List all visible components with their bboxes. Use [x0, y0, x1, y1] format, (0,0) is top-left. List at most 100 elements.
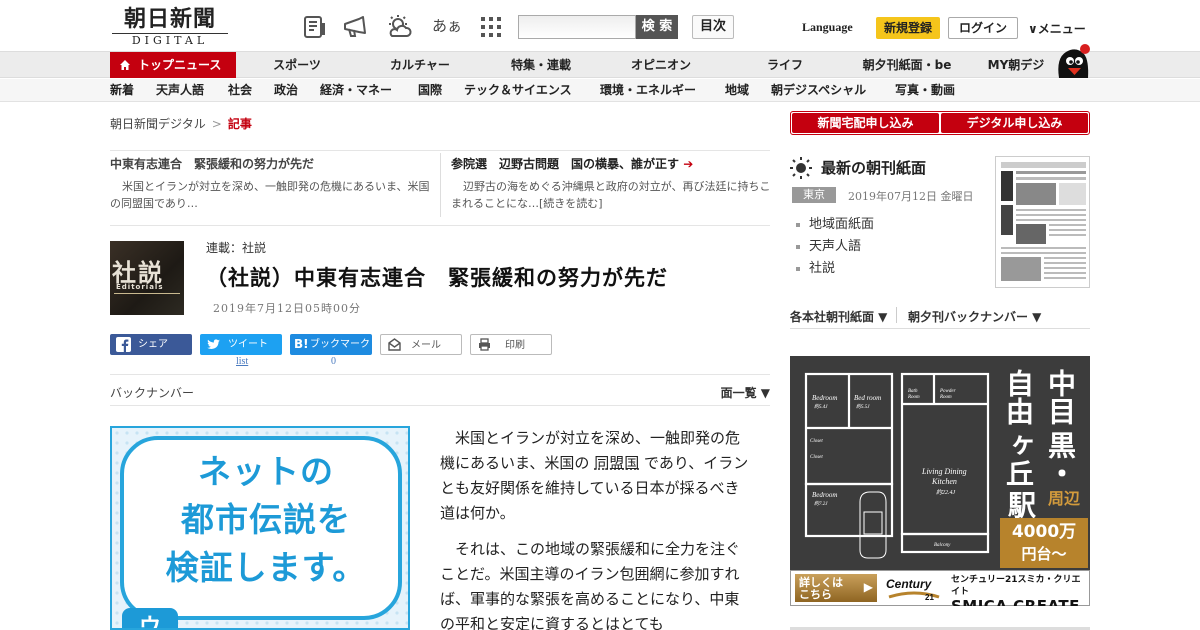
facebook-share-button[interactable]: シェア: [110, 334, 192, 355]
logo-digital: DIGITAL: [112, 33, 228, 47]
paper-location-badge: 東京: [792, 187, 836, 203]
print-label: 印刷: [505, 340, 525, 351]
twitter-count[interactable]: list: [236, 356, 248, 367]
divider: [440, 153, 441, 217]
ad-footer: 詳しくは こちら ▶ Century 21 センチュリー21スミカ・クリエイト …: [790, 570, 1090, 606]
mail-share-button[interactable]: メール: [380, 334, 462, 355]
series-label[interactable]: 連載：社説: [206, 239, 266, 256]
weather-icon[interactable]: [386, 14, 412, 40]
subscribe-digital-button[interactable]: デジタル申し込み: [941, 113, 1088, 133]
breadcrumb-separator: >: [211, 117, 222, 131]
related-article[interactable]: 参院選 辺野古問題 国の横暴、誰が正す ➔ 辺野古の海をめぐる沖縄県と政府の対立…: [451, 155, 771, 212]
nav2-region[interactable]: 地域: [725, 79, 749, 102]
svg-text:約7.2J: 約7.2J: [814, 500, 828, 507]
svg-text:Kitchen: Kitchen: [931, 477, 957, 486]
nav-top-news[interactable]: トップニュース: [110, 52, 236, 78]
newspaper-thumbnail[interactable]: [995, 156, 1090, 288]
newspaper-icon[interactable]: [302, 14, 328, 40]
nav-my-asahi[interactable]: MY朝デジ: [980, 52, 1052, 78]
ad-price-badge: 4000万 円台〜: [1000, 518, 1088, 568]
keyword-link[interactable]: 同盟国: [594, 454, 639, 472]
ad-line: 都市伝説を: [181, 500, 351, 539]
ad-detail-button[interactable]: 詳しくは こちら ▶: [795, 574, 877, 602]
search-input[interactable]: [518, 15, 636, 39]
bullet: [796, 222, 800, 227]
paper-link[interactable]: 社説: [796, 257, 835, 276]
megaphone-icon[interactable]: [342, 14, 368, 40]
backnumber-link[interactable]: バックナンバー: [110, 384, 194, 401]
divider: [896, 307, 897, 323]
nav-culture[interactable]: カルチャー: [378, 52, 462, 78]
print-button[interactable]: 印刷: [470, 334, 552, 355]
ad-company: センチュリー21スミカ・クリエイト SMICA CREATE: [951, 574, 1087, 606]
ad-real-estate[interactable]: Bedroom 約5.4J Bed room 約5.5J Bedroom 約7.…: [790, 356, 1090, 606]
nav2-international[interactable]: 国際: [418, 79, 442, 102]
room-label: Bedroom: [812, 394, 837, 402]
ad-urban-legend[interactable]: ネットの 都市伝説を 検証します。 ウ: [110, 426, 410, 630]
primary-nav: トップニュース スポーツ カルチャー 特集・連載 オピニオン ライフ 朝夕刊紙面…: [0, 52, 1200, 78]
nav2-special[interactable]: 朝デジスペシャル: [771, 79, 866, 102]
arrow-right-icon: ➔: [683, 157, 694, 171]
svg-text:Century: Century: [886, 577, 933, 591]
nav-features[interactable]: 特集・連載: [500, 52, 582, 78]
hatena-label: ブックマーク: [310, 339, 370, 350]
font-size-icon[interactable]: あぁ: [432, 15, 462, 36]
ad-area-suffix: 周辺: [1047, 489, 1080, 508]
nav2-photo[interactable]: 写真・動画: [895, 79, 955, 102]
nav-sports[interactable]: スポーツ: [262, 52, 332, 78]
svg-text:約5.5J: 約5.5J: [856, 403, 870, 410]
register-button[interactable]: 新規登録: [876, 17, 940, 39]
mail-label: メール: [411, 340, 441, 351]
nav2-tenseijingo[interactable]: 天声人語: [156, 79, 204, 102]
latest-paper-title: 最新の朝刊紙面: [821, 159, 927, 177]
svg-text:約5.4J: 約5.4J: [814, 403, 828, 410]
related-desc: 米国とイランが対立を深め、一触即発の危機にあるいま、米国の同盟国であり…: [110, 180, 430, 210]
floorplan-image: Bedroom 約5.4J Bed room 約5.5J Bedroom 約7.…: [794, 362, 996, 568]
search-button[interactable]: 検 索: [636, 15, 678, 39]
hatena-bookmark-button[interactable]: B! ブックマーク: [290, 334, 372, 355]
ad-corner-badge: ウ: [122, 608, 178, 628]
ad-headline: ネットの 都市伝説を 検証します。: [146, 448, 386, 592]
site-logo[interactable]: 朝日新聞 DIGITAL: [112, 6, 228, 47]
language-link[interactable]: Language: [802, 20, 853, 35]
ad-speech-bubble: ネットの 都市伝説を 検証します。: [120, 436, 402, 620]
secondary-nav: 新着 天声人語 社会 政治 経済・マネー 国際 テック＆サイエンス 環境・エネル…: [0, 79, 1200, 102]
nav-opinion[interactable]: オピニオン: [620, 52, 702, 78]
menu-button[interactable]: ∨メニュー: [1028, 20, 1086, 37]
svg-text:Balcony: Balcony: [934, 543, 951, 548]
backnumber-dropdown[interactable]: 朝夕刊バックナンバー ▼: [908, 308, 1041, 325]
nav2-tech[interactable]: テック＆サイエンス: [464, 79, 572, 102]
nav-paper[interactable]: 朝夕刊紙面・be: [852, 52, 962, 78]
nav-life[interactable]: ライフ: [755, 52, 815, 78]
twitter-label: ツイート: [228, 339, 268, 350]
ad-line: ネットの: [198, 452, 334, 491]
page-list-dropdown[interactable]: 面一覧 ▼: [721, 384, 770, 401]
nav2-new[interactable]: 新着: [110, 79, 134, 102]
svg-text:Bath: Bath: [908, 389, 918, 394]
svg-text:Living Dining: Living Dining: [921, 467, 967, 476]
regional-papers-dropdown[interactable]: 各本社朝刊紙面 ▼: [790, 308, 887, 325]
room-label: Bedroom: [812, 491, 837, 499]
related-article[interactable]: 中東有志連合 緊張緩和の努力が先だ 米国とイランが対立を深め、一触即発の危機にあ…: [110, 155, 430, 212]
svg-text:Room: Room: [939, 395, 952, 400]
home-icon: [120, 60, 130, 70]
toc-button[interactable]: 目次: [692, 15, 734, 39]
paper-link[interactable]: 地域面紙面: [796, 213, 874, 232]
article-paragraph: それは、この地域の緊張緩和に全力を注ぐことだ。米国主導のイラン包囲網に参加すれば…: [440, 537, 750, 630]
facebook-icon: [116, 337, 131, 352]
subscribe-paper-button[interactable]: 新聞宅配申し込み: [792, 113, 939, 133]
breadcrumb-home[interactable]: 朝日新聞デジタル: [110, 117, 206, 131]
related-title: 参院選 辺野古問題 国の横暴、誰が正す: [451, 157, 680, 171]
paper-link[interactable]: 天声人語: [796, 235, 861, 254]
thumb-subtitle: Editorials: [116, 283, 164, 291]
editorial-thumbnail: 社説 Editorials: [110, 241, 184, 315]
twitter-share-button[interactable]: ツイート: [200, 334, 282, 355]
nav2-society[interactable]: 社会: [228, 79, 252, 102]
grid-icon[interactable]: [478, 14, 504, 40]
nav2-environment[interactable]: 環境・エネルギー: [600, 79, 696, 102]
nav2-politics[interactable]: 政治: [274, 79, 298, 102]
nav2-economy[interactable]: 経済・マネー: [320, 79, 392, 102]
svg-text:約22.4J: 約22.4J: [936, 488, 956, 496]
ad-vertical-text: 中目: [1044, 369, 1077, 425]
login-button[interactable]: ログイン: [948, 17, 1018, 39]
